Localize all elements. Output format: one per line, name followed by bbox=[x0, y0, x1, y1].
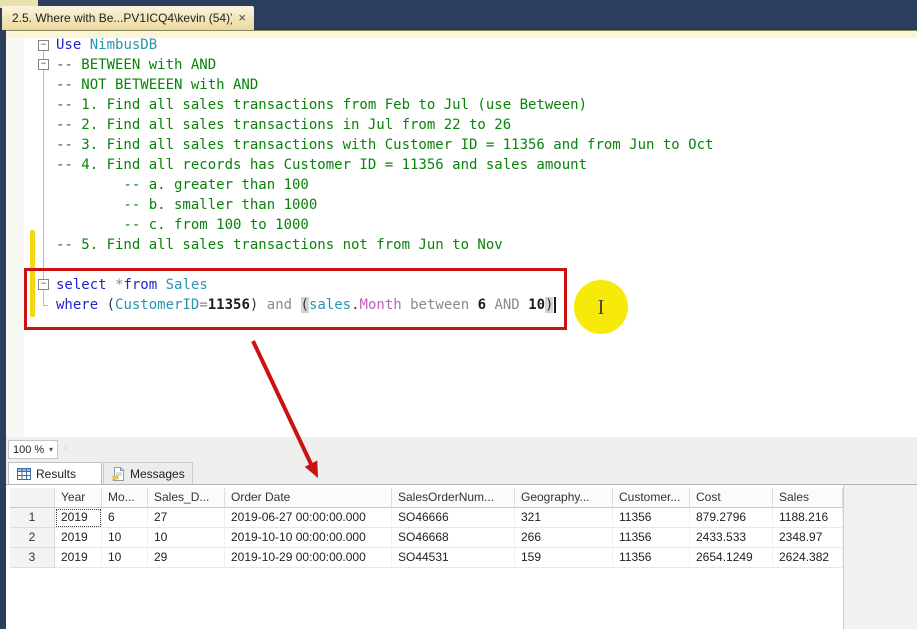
grid-cell[interactable]: 2019-10-29 00:00:00.000 bbox=[225, 548, 392, 568]
editor-top-strip bbox=[6, 30, 917, 38]
annotation-highlight-box bbox=[24, 268, 567, 330]
grid-cell[interactable]: SO46666 bbox=[392, 508, 515, 528]
code-line[interactable]: -- BETWEEN with AND bbox=[56, 55, 917, 75]
grid-cell[interactable]: 159 bbox=[515, 548, 613, 568]
grid-cell[interactable]: 2654.1249 bbox=[690, 548, 773, 568]
code-token: -- 5. Find all sales transactions not fr… bbox=[56, 237, 503, 253]
grid-column-header[interactable]: Sales bbox=[773, 488, 843, 508]
results-panel: YearMo...Sales_D...Order DateSalesOrderN… bbox=[6, 484, 917, 629]
grid-cell[interactable]: 2019-06-27 00:00:00.000 bbox=[225, 508, 392, 528]
grid-column-header[interactable]: Geography... bbox=[515, 488, 613, 508]
tab-results[interactable]: Results bbox=[8, 462, 102, 484]
grid-cell[interactable]: 879.2796 bbox=[690, 508, 773, 528]
code-line[interactable]: -- c. from 100 to 1000 bbox=[56, 215, 917, 235]
outline-connector-line bbox=[43, 51, 44, 279]
grid-row: 120196272019-06-27 00:00:00.000SO4666632… bbox=[10, 508, 843, 528]
text-cursor-icon: I bbox=[598, 295, 605, 320]
results-grid-icon bbox=[17, 468, 31, 480]
grid-row-header[interactable]: 1 bbox=[10, 508, 55, 528]
outline-collapse-icon[interactable]: − bbox=[38, 59, 49, 70]
outline-collapse-icon[interactable]: − bbox=[38, 40, 49, 51]
code-token: -- NOT BETWEEEN with AND bbox=[56, 77, 258, 93]
grid-cell[interactable]: 11356 bbox=[613, 548, 690, 568]
grid-cell[interactable]: 11356 bbox=[613, 528, 690, 548]
code-token: -- c. from 100 to 1000 bbox=[56, 217, 309, 233]
code-line[interactable]: -- 3. Find all sales transactions with C… bbox=[56, 135, 917, 155]
grid-cell[interactable]: 1188.216 bbox=[773, 508, 843, 528]
grid-column-header[interactable]: Year bbox=[55, 488, 102, 508]
tab-close-icon[interactable]: × bbox=[238, 12, 246, 24]
indicator-margin bbox=[6, 38, 24, 437]
code-line[interactable]: -- 2. Find all sales transactions in Jul… bbox=[56, 115, 917, 135]
code-line[interactable]: -- 1. Find all sales transactions from F… bbox=[56, 95, 917, 115]
grid-row: 3201910292019-10-29 00:00:00.000SO445311… bbox=[10, 548, 843, 568]
mouse-cursor-highlight: I bbox=[574, 280, 628, 334]
grid-column-header[interactable]: Sales_D... bbox=[148, 488, 225, 508]
sql-code-editor[interactable]: − − − Use NimbusDB-- BETWEEN with AND-- … bbox=[6, 38, 917, 437]
code-token: -- a. greater than 100 bbox=[56, 177, 309, 193]
grid-column-header[interactable]: Customer... bbox=[613, 488, 690, 508]
grid-row: 2201910102019-10-10 00:00:00.000SO466682… bbox=[10, 528, 843, 548]
grid-header-row: YearMo...Sales_D...Order DateSalesOrderN… bbox=[10, 488, 843, 508]
scrollbar-left-icon[interactable]: ‹ bbox=[64, 441, 68, 455]
grid-column-header[interactable]: Mo... bbox=[102, 488, 148, 508]
code-line[interactable]: -- b. smaller than 1000 bbox=[56, 195, 917, 215]
grid-cell[interactable]: 2348.97 bbox=[773, 528, 843, 548]
grid-cell[interactable]: 2433.533 bbox=[690, 528, 773, 548]
grid-cell[interactable]: 2019 bbox=[55, 548, 102, 568]
grid-cell[interactable]: 6 bbox=[102, 508, 148, 528]
grid-cell[interactable]: 10 bbox=[102, 548, 148, 568]
grid-cell[interactable]: SO44531 bbox=[392, 548, 515, 568]
grid-row-header[interactable]: 3 bbox=[10, 548, 55, 568]
zoom-dropdown[interactable]: 100 % ▾ bbox=[8, 440, 58, 459]
zoom-value: 100 % bbox=[13, 444, 49, 456]
code-token: -- 3. Find all sales transactions with C… bbox=[56, 137, 713, 153]
grid-column-header[interactable]: Cost bbox=[690, 488, 773, 508]
grid-cell[interactable]: 11356 bbox=[613, 508, 690, 528]
dropdown-arrow-icon: ▾ bbox=[49, 445, 53, 454]
grid-cell[interactable]: 2624.382 bbox=[773, 548, 843, 568]
grid-cell[interactable]: 10 bbox=[148, 528, 225, 548]
grid-corner-header[interactable] bbox=[10, 488, 55, 508]
code-token: -- 2. Find all sales transactions in Jul… bbox=[56, 117, 511, 133]
grid-cell[interactable]: 27 bbox=[148, 508, 225, 528]
grid-cell[interactable]: 266 bbox=[515, 528, 613, 548]
results-tab-strip: Results Messages bbox=[6, 462, 917, 484]
document-tab[interactable]: 2.5. Where with Be...PV1ICQ4\kevin (54))… bbox=[2, 6, 254, 30]
code-line[interactable]: -- 4. Find all records has Customer ID =… bbox=[56, 155, 917, 175]
code-line[interactable]: -- a. greater than 100 bbox=[56, 175, 917, 195]
code-token: -- BETWEEN with AND bbox=[56, 57, 216, 73]
code-token: Use bbox=[56, 38, 81, 53]
editor-zoom-bar: 100 % ▾ ‹ bbox=[6, 437, 917, 462]
results-grid: YearMo...Sales_D...Order DateSalesOrderN… bbox=[10, 488, 843, 568]
grid-cell[interactable]: 2019 bbox=[55, 528, 102, 548]
code-token bbox=[81, 38, 89, 53]
grid-cell[interactable]: 29 bbox=[148, 548, 225, 568]
grid-row-header[interactable]: 2 bbox=[10, 528, 55, 548]
document-tab-title: 2.5. Where with Be...PV1ICQ4\kevin (54))… bbox=[12, 11, 232, 25]
tab-messages[interactable]: Messages bbox=[103, 462, 193, 484]
code-token: -- 1. Find all sales transactions from F… bbox=[56, 97, 587, 113]
grid-empty-area bbox=[843, 485, 917, 629]
grid-cell[interactable]: SO46668 bbox=[392, 528, 515, 548]
document-tab-bar: 2.5. Where with Be...PV1ICQ4\kevin (54))… bbox=[0, 0, 917, 30]
tab-label: Messages bbox=[130, 467, 185, 481]
code-line[interactable]: -- NOT BETWEEEN with AND bbox=[56, 75, 917, 95]
grid-column-header[interactable]: SalesOrderNum... bbox=[392, 488, 515, 508]
code-line[interactable]: -- 5. Find all sales transactions not fr… bbox=[56, 235, 917, 255]
grid-column-header[interactable]: Order Date bbox=[225, 488, 392, 508]
grid-cell[interactable]: 10 bbox=[102, 528, 148, 548]
code-line[interactable]: Use NimbusDB bbox=[56, 38, 917, 55]
tab-label: Results bbox=[36, 467, 76, 481]
code-token: NimbusDB bbox=[90, 38, 157, 53]
messages-icon bbox=[112, 467, 125, 481]
grid-body: 120196272019-06-27 00:00:00.000SO4666632… bbox=[10, 508, 843, 568]
grid-cell[interactable]: 321 bbox=[515, 508, 613, 528]
code-token: -- 4. Find all records has Customer ID =… bbox=[56, 157, 587, 173]
code-token: -- b. smaller than 1000 bbox=[56, 197, 317, 213]
grid-cell[interactable]: 2019 bbox=[55, 508, 102, 528]
grid-cell[interactable]: 2019-10-10 00:00:00.000 bbox=[225, 528, 392, 548]
